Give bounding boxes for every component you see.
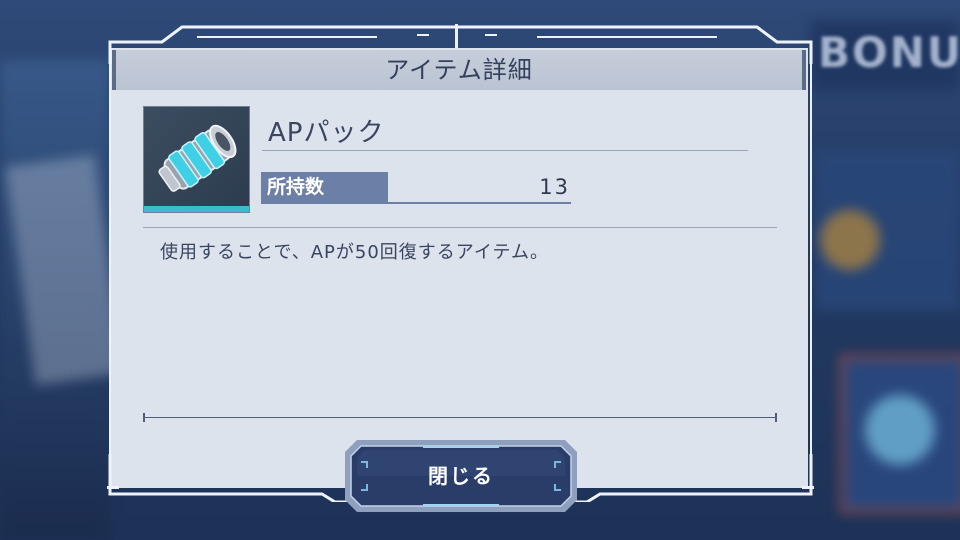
item-name: APパック: [268, 118, 385, 148]
dialog-title: アイテム詳細: [385, 56, 533, 84]
item-name-divider: [262, 150, 748, 151]
description-divider: [143, 227, 777, 228]
owned-count-value: 13: [539, 175, 570, 199]
footer-divider: [143, 413, 777, 422]
background-bonus-text: BONU: [818, 28, 960, 77]
close-button[interactable]: 閉じる: [343, 438, 579, 514]
item-description: 使用することで、APが50回復するアイテム。: [160, 242, 550, 263]
close-button-label: 閉じる: [428, 464, 494, 488]
dialog-title-bar: アイテム詳細: [112, 50, 806, 90]
ap-pack-canister-icon: [143, 106, 250, 213]
owned-count-label: 所持数: [261, 172, 388, 202]
owned-count-underline: [261, 202, 571, 204]
